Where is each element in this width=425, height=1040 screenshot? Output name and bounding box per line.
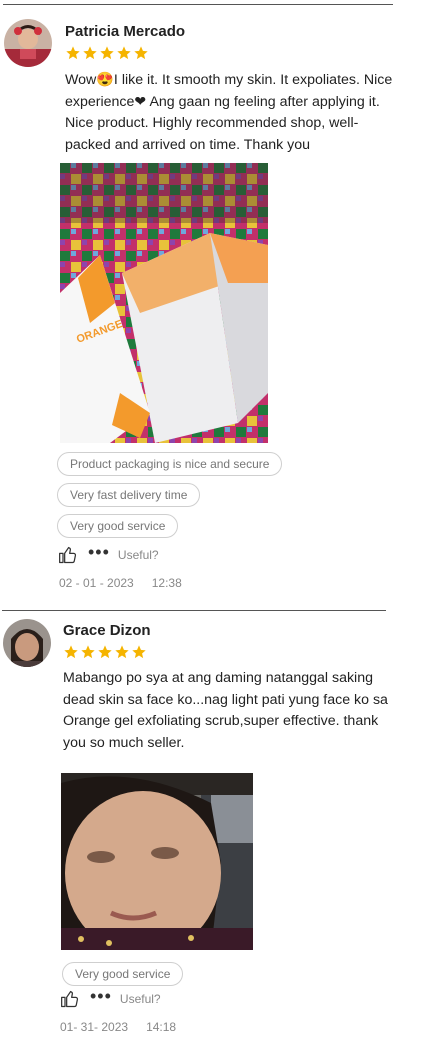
review-time: 12:38 — [151, 576, 182, 590]
star-icon — [64, 645, 78, 659]
review-photo[interactable] — [61, 773, 253, 950]
review-tag: Product packaging is nice and secure — [57, 452, 283, 476]
selfie-photo — [61, 773, 253, 950]
reviewer-name: Patricia Mercado — [65, 23, 186, 40]
star-rating — [63, 644, 147, 660]
useful-label[interactable]: Useful? — [120, 992, 161, 1006]
review-text: Wow😍I like it. It smooth my skin. It exp… — [65, 72, 393, 153]
star-icon — [83, 46, 97, 60]
star-rating — [65, 45, 149, 61]
star-icon — [115, 645, 129, 659]
avatar-photo — [4, 19, 52, 67]
review-photo[interactable]: ORANGE — [60, 163, 268, 443]
useful-row: ••• Useful? — [60, 987, 161, 1009]
review-date: 01- 31- 2023 — [60, 1020, 129, 1034]
star-icon — [117, 46, 131, 60]
product-photo: ORANGE — [60, 163, 268, 443]
more-options-icon[interactable]: ••• — [88, 543, 110, 561]
star-icon — [66, 46, 80, 60]
review-tag: Very fast delivery time — [57, 483, 201, 507]
star-icon — [100, 46, 114, 60]
review-datetime: 01- 31- 2023 14:18 — [60, 1020, 176, 1034]
review-date: 02 - 01 - 2023 — [59, 576, 134, 590]
reviewer-avatar — [4, 19, 52, 67]
review-time: 14:18 — [146, 1020, 177, 1034]
review-tag: Very good service — [62, 962, 184, 986]
useful-label[interactable]: Useful? — [118, 548, 159, 562]
avatar-photo — [3, 619, 51, 667]
reviewer-avatar — [3, 619, 51, 667]
reviewer-name: Grace Dizon — [63, 622, 151, 639]
thumbs-up-icon[interactable] — [60, 989, 80, 1009]
review-datetime: 02 - 01 - 2023 12:38 — [59, 576, 182, 590]
star-icon — [98, 645, 112, 659]
review-divider — [2, 610, 386, 611]
review-tag: Very good service — [57, 514, 179, 538]
more-options-icon[interactable]: ••• — [90, 987, 112, 1005]
review-divider — [3, 4, 393, 5]
thumbs-up-icon[interactable] — [58, 545, 78, 565]
review-text: Mabango po sya at ang daming natanggal s… — [63, 670, 388, 751]
useful-row: ••• Useful? — [58, 543, 159, 565]
star-icon — [81, 645, 95, 659]
star-icon — [134, 46, 148, 60]
star-icon — [132, 645, 146, 659]
